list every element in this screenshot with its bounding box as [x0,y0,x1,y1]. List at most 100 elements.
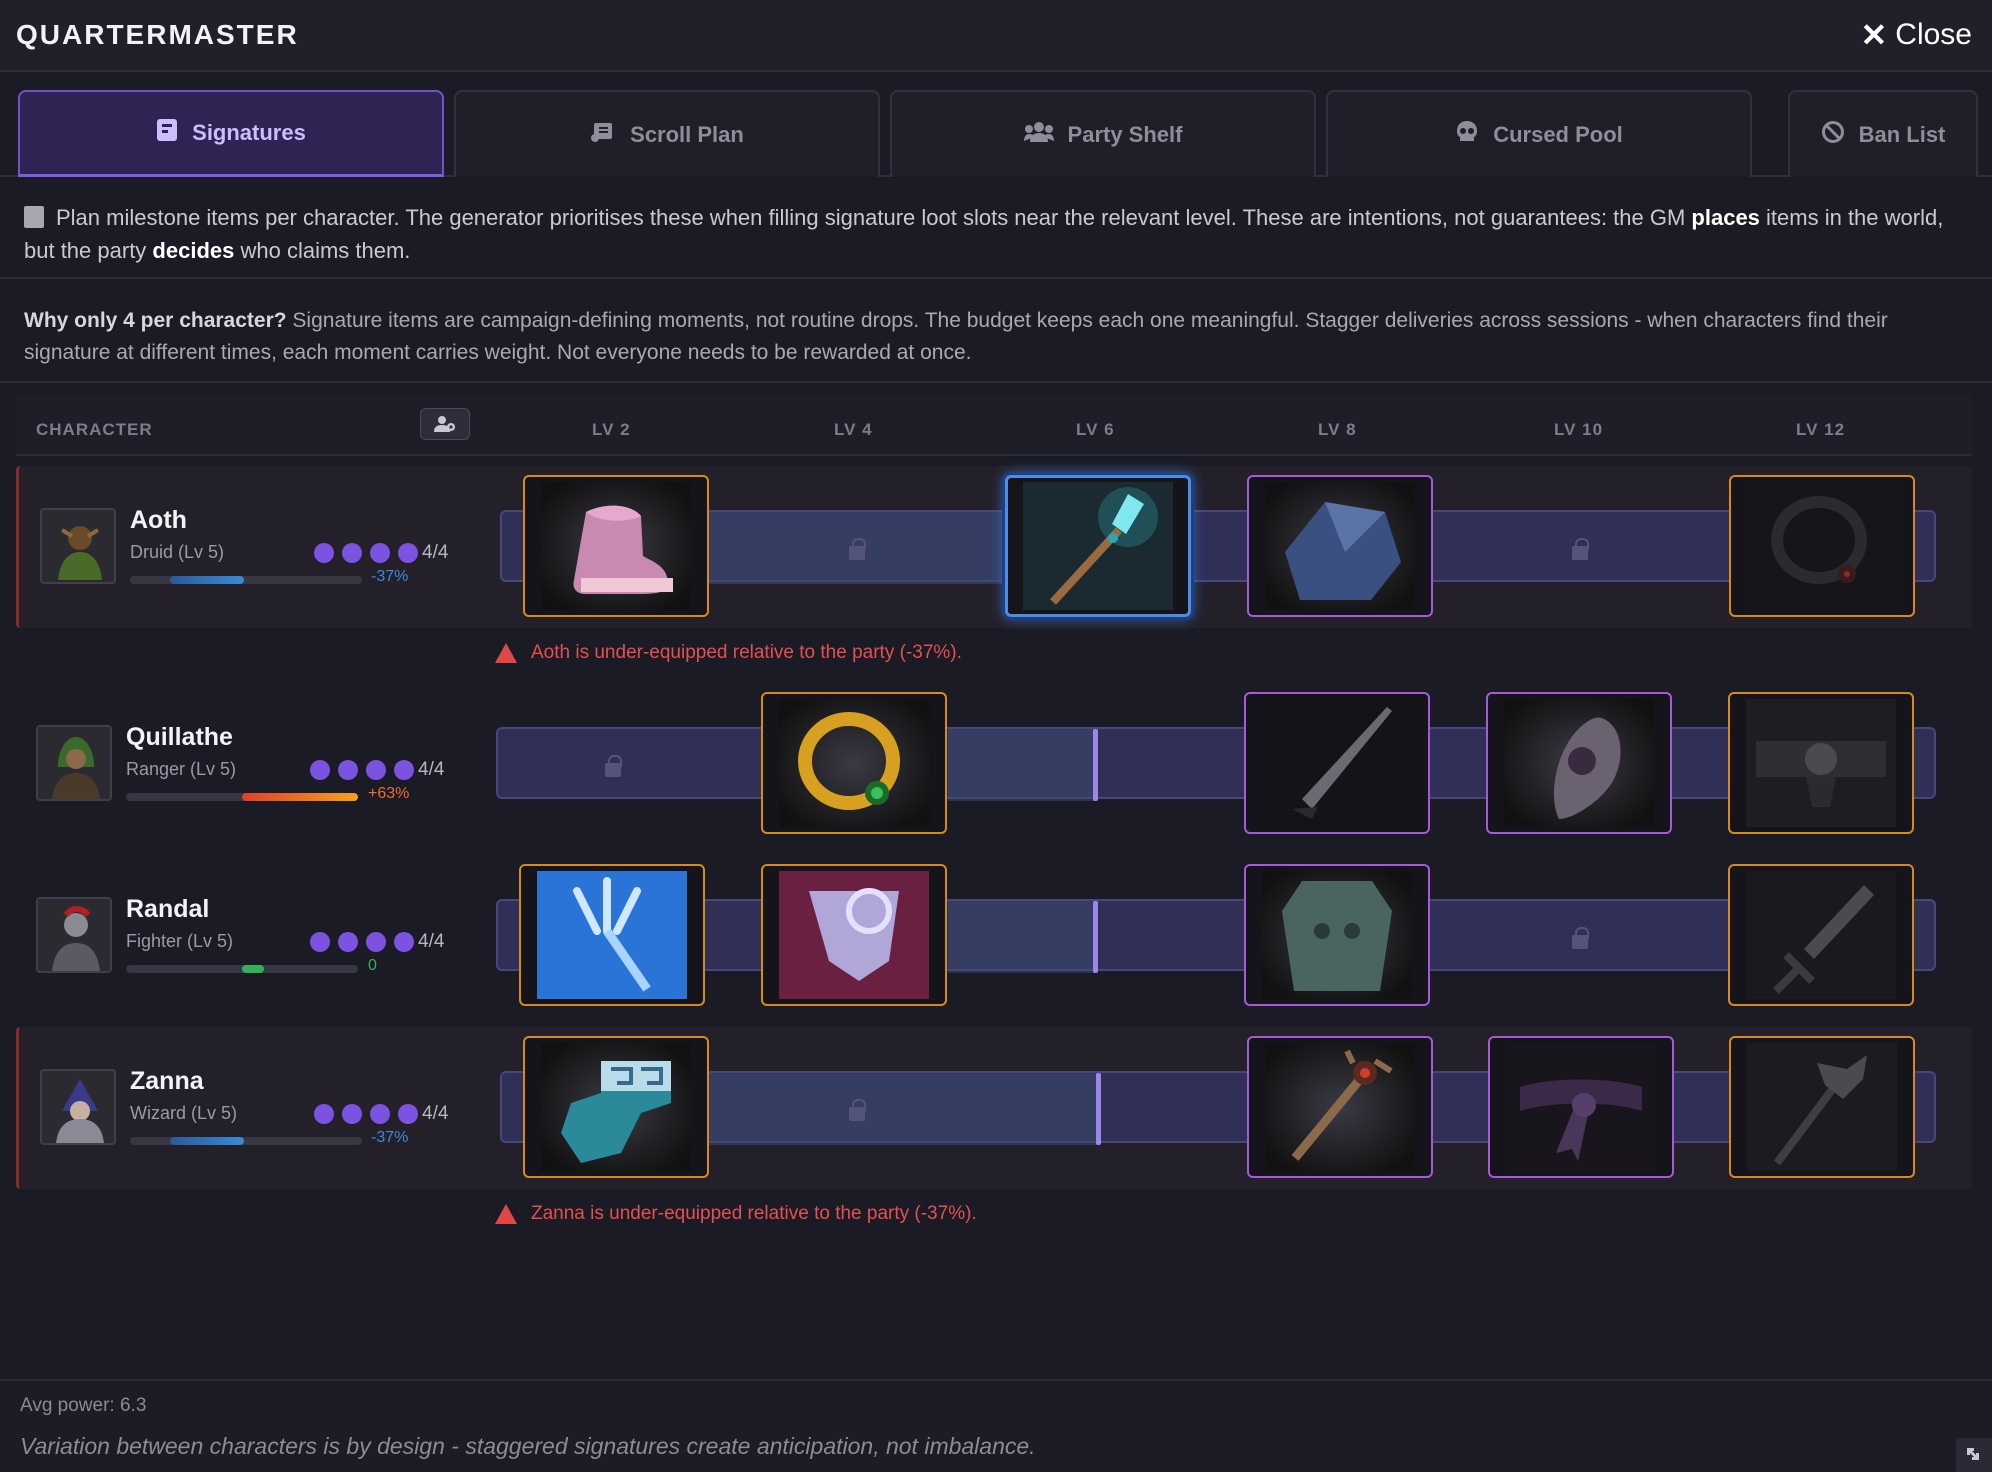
slot-dot [398,543,418,563]
item-slot-lv6[interactable] [1005,475,1191,617]
warning-icon [495,643,517,663]
slot-dot [342,543,362,563]
armor-icon [1262,871,1412,999]
character-name: Zanna [130,1067,204,1095]
avg-power: Avg power: 6.3 [20,1395,147,1416]
tab-scroll-plan[interactable]: Scroll Plan [454,90,880,177]
stone-icon [1265,482,1415,610]
signature-slots-dots [314,1104,418,1124]
power-bar-fill [170,576,244,584]
warning-icon [495,1204,517,1224]
slot-dot [370,1104,390,1124]
character-class: Fighter (Lv 5) [126,931,234,951]
tab-ban-list[interactable]: Ban List [1788,90,1978,177]
item-slot-lv8[interactable] [1247,1036,1433,1178]
character-row-quillathe: Quillathe Ranger (Lv 5) 4/4 +63% [0,683,1992,845]
item-slot-lv8[interactable] [1247,475,1433,617]
power-bar-fill [170,1137,244,1145]
avatar [36,725,112,801]
slot-dot [314,1104,334,1124]
current-level-marker [1093,729,1098,801]
item-slot-lv12[interactable] [1728,864,1914,1006]
item-slot-lv12[interactable] [1729,475,1915,617]
tab-ban-list-label: Ban List [1858,121,1946,147]
why-text: Signature items are campaign-defining mo… [24,309,1888,364]
cloak-icon [779,871,929,999]
item-slot-lv4[interactable] [761,692,947,834]
close-icon: ✕ [1860,17,1888,53]
title-bar: QUARTERMASTER ✕ Close [0,0,1992,72]
item-slot-lv8[interactable] [1244,692,1430,834]
current-level-marker [1096,1073,1101,1145]
close-label: Close [1895,18,1972,51]
power-bar [130,576,362,584]
tab-bar: Signatures Scroll Plan Party Shelf Curse… [0,72,1992,177]
signature-count: 4/4 [418,931,445,952]
lock-icon [1572,538,1589,560]
item-slot-lv12[interactable] [1728,692,1914,834]
level-header: LV 12 [1796,420,1846,439]
blade-icon [1262,699,1412,827]
power-bar-fill [242,965,264,973]
signature-count: 4/4 [422,542,449,563]
under-equipped-warning: Aoth is under-equipped relative to the p… [495,642,962,664]
item-slot-lv2[interactable] [523,475,709,617]
slot-dot [366,760,386,780]
item-slot-lv12[interactable] [1729,1036,1915,1178]
lock-icon [605,755,622,777]
signature-slots-dots [314,543,418,563]
track-segment [948,729,1094,801]
slot-dot [338,760,358,780]
lock-icon [1572,927,1589,949]
resize-icon [1967,1448,1979,1460]
item-slot-lv2[interactable] [519,864,705,1006]
info-text-part: who claims them. [234,238,411,263]
signature-slots-dots [310,760,414,780]
footer: Avg power: 6.3 Variation between charact… [0,1379,1992,1472]
close-button[interactable]: ✕ Close [1860,16,1972,54]
character-name: Quillathe [126,723,233,751]
group-icon [1023,121,1054,149]
belt-icon [1746,699,1896,827]
spear-icon [1023,482,1173,610]
power-bar [126,965,358,973]
item-slot-lv10[interactable] [1486,692,1672,834]
skull-icon [1455,120,1479,150]
trident-icon [537,871,687,999]
tab-signatures[interactable]: Signatures [18,90,444,177]
power-delta: +63% [368,785,410,802]
book-icon [156,118,178,148]
tab-party-shelf[interactable]: Party Shelf [890,90,1316,177]
item-slot-lv10[interactable] [1488,1036,1674,1178]
track-segment [948,901,1094,973]
character-row-zanna: Zanna Wizard (Lv 5) 4/4 -37% [0,1027,1992,1189]
why-note: Why only 4 per character? Signature item… [0,281,1992,383]
manage-characters-button[interactable] [420,408,470,440]
window-title: QUARTERMASTER [16,19,299,50]
warning-text: Zanna is under-equipped relative to the … [531,1203,977,1224]
signature-count: 4/4 [418,759,445,780]
sash-icon [1506,1043,1656,1171]
character-row-aoth: Aoth Druid (Lv 5) 4/4 -37% [0,466,1992,628]
item-slot-lv2[interactable] [523,1036,709,1178]
tab-signatures-label: Signatures [192,120,306,145]
power-bar [126,793,358,801]
item-slot-lv4[interactable] [761,864,947,1006]
why-heading: Why only 4 per character? [24,309,287,332]
slot-dot [310,932,330,952]
amulet-icon [1747,482,1897,610]
resize-handle[interactable] [1956,1438,1992,1472]
level-header: LV 8 [1318,420,1357,439]
power-delta: 0 [368,957,377,974]
power-bar [130,1137,362,1145]
level-header: LV 2 [592,420,631,439]
tab-cursed-pool[interactable]: Cursed Pool [1326,90,1752,177]
slot-dot [398,1104,418,1124]
sword-icon [1746,871,1896,999]
info-bold-decides: decides [152,238,235,263]
character-column-header: CHARACTER [36,420,153,439]
item-slot-lv8[interactable] [1244,864,1430,1006]
staff-icon [1747,1043,1897,1171]
avatar [40,1069,116,1145]
tab-party-shelf-label: Party Shelf [1067,121,1183,147]
